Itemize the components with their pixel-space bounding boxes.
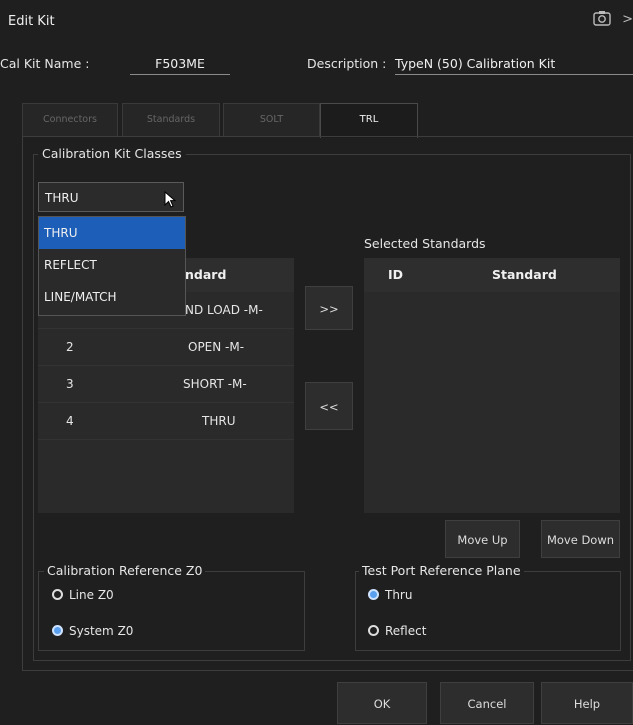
- camera-icon[interactable]: [593, 10, 611, 26]
- tab-connectors[interactable]: Connectors: [22, 103, 118, 136]
- selected-standards-title: Selected Standards: [364, 236, 486, 251]
- radio-reflect-label: Reflect: [385, 623, 427, 638]
- table-row[interactable]: 3 SHORT -M-: [38, 366, 294, 403]
- available-header-standard: ndard: [185, 267, 227, 282]
- ok-button[interactable]: OK: [337, 682, 427, 724]
- ref-z0-group: [38, 571, 305, 651]
- tab-solt[interactable]: SOLT: [223, 103, 320, 136]
- selected-table-header: ID Standard: [364, 258, 620, 292]
- selected-standards-table[interactable]: ID Standard: [364, 258, 620, 513]
- move-down-button[interactable]: Move Down: [541, 520, 620, 558]
- cancel-button[interactable]: Cancel: [440, 682, 534, 724]
- cursor-icon: [162, 190, 178, 212]
- row-standard: THRU: [202, 414, 236, 428]
- dropdown-option-reflect[interactable]: REFLECT: [39, 249, 185, 281]
- selected-header-id: ID: [388, 267, 404, 282]
- radio-thru[interactable]: Thru: [368, 584, 412, 603]
- tab-standards[interactable]: Standards: [122, 103, 220, 136]
- row-id: 3: [66, 377, 74, 391]
- table-row[interactable]: 2 OPEN -M-: [38, 329, 294, 366]
- window-title: Edit Kit: [8, 14, 55, 29]
- remove-standard-button[interactable]: <<: [305, 382, 353, 430]
- row-standard: SHORT -M-: [183, 377, 247, 391]
- radio-thru-indicator[interactable]: [368, 589, 379, 600]
- radio-line-z0-label: Line Z0: [69, 587, 114, 602]
- close-icon[interactable]: >: [622, 12, 633, 27]
- radio-line-z0-indicator[interactable]: [52, 589, 63, 600]
- ref-plane-group: [355, 571, 621, 651]
- ref-plane-title: Test Port Reference Plane: [359, 563, 524, 578]
- cal-kit-name-label: Cal Kit Name :: [0, 56, 90, 71]
- group-title: Calibration Kit Classes: [38, 146, 186, 161]
- radio-system-z0-label: System Z0: [69, 623, 134, 638]
- row-standard: OPEN -M-: [188, 340, 245, 354]
- move-up-button[interactable]: Move Up: [445, 520, 520, 558]
- description-field[interactable]: TypeN (50) Calibration Kit: [395, 56, 633, 75]
- class-dropdown-list: THRU REFLECT LINE/MATCH: [38, 216, 186, 316]
- class-select-value: THRU: [45, 191, 79, 205]
- radio-thru-label: Thru: [385, 587, 413, 602]
- radio-reflect-indicator[interactable]: [368, 625, 379, 636]
- radio-system-z0[interactable]: System Z0: [52, 620, 133, 639]
- row-standard: ND LOAD -M-: [185, 303, 263, 317]
- selected-header-standard: Standard: [492, 267, 557, 282]
- radio-line-z0[interactable]: Line Z0: [52, 584, 114, 603]
- table-row[interactable]: 4 THRU: [38, 403, 294, 440]
- cal-kit-name-field[interactable]: F503ME: [130, 56, 230, 75]
- radio-reflect[interactable]: Reflect: [368, 620, 426, 639]
- row-id: 4: [66, 414, 74, 428]
- help-button[interactable]: Help: [541, 682, 633, 724]
- tab-trl[interactable]: TRL: [320, 103, 418, 138]
- add-standard-button[interactable]: >>: [305, 286, 353, 330]
- description-label: Description :: [307, 56, 387, 71]
- radio-system-z0-indicator[interactable]: [52, 625, 63, 636]
- row-id: 2: [66, 340, 74, 354]
- dropdown-option-line-match[interactable]: LINE/MATCH: [39, 281, 185, 313]
- dropdown-option-thru[interactable]: THRU: [39, 217, 185, 249]
- ref-z0-title: Calibration Reference Z0: [44, 563, 206, 578]
